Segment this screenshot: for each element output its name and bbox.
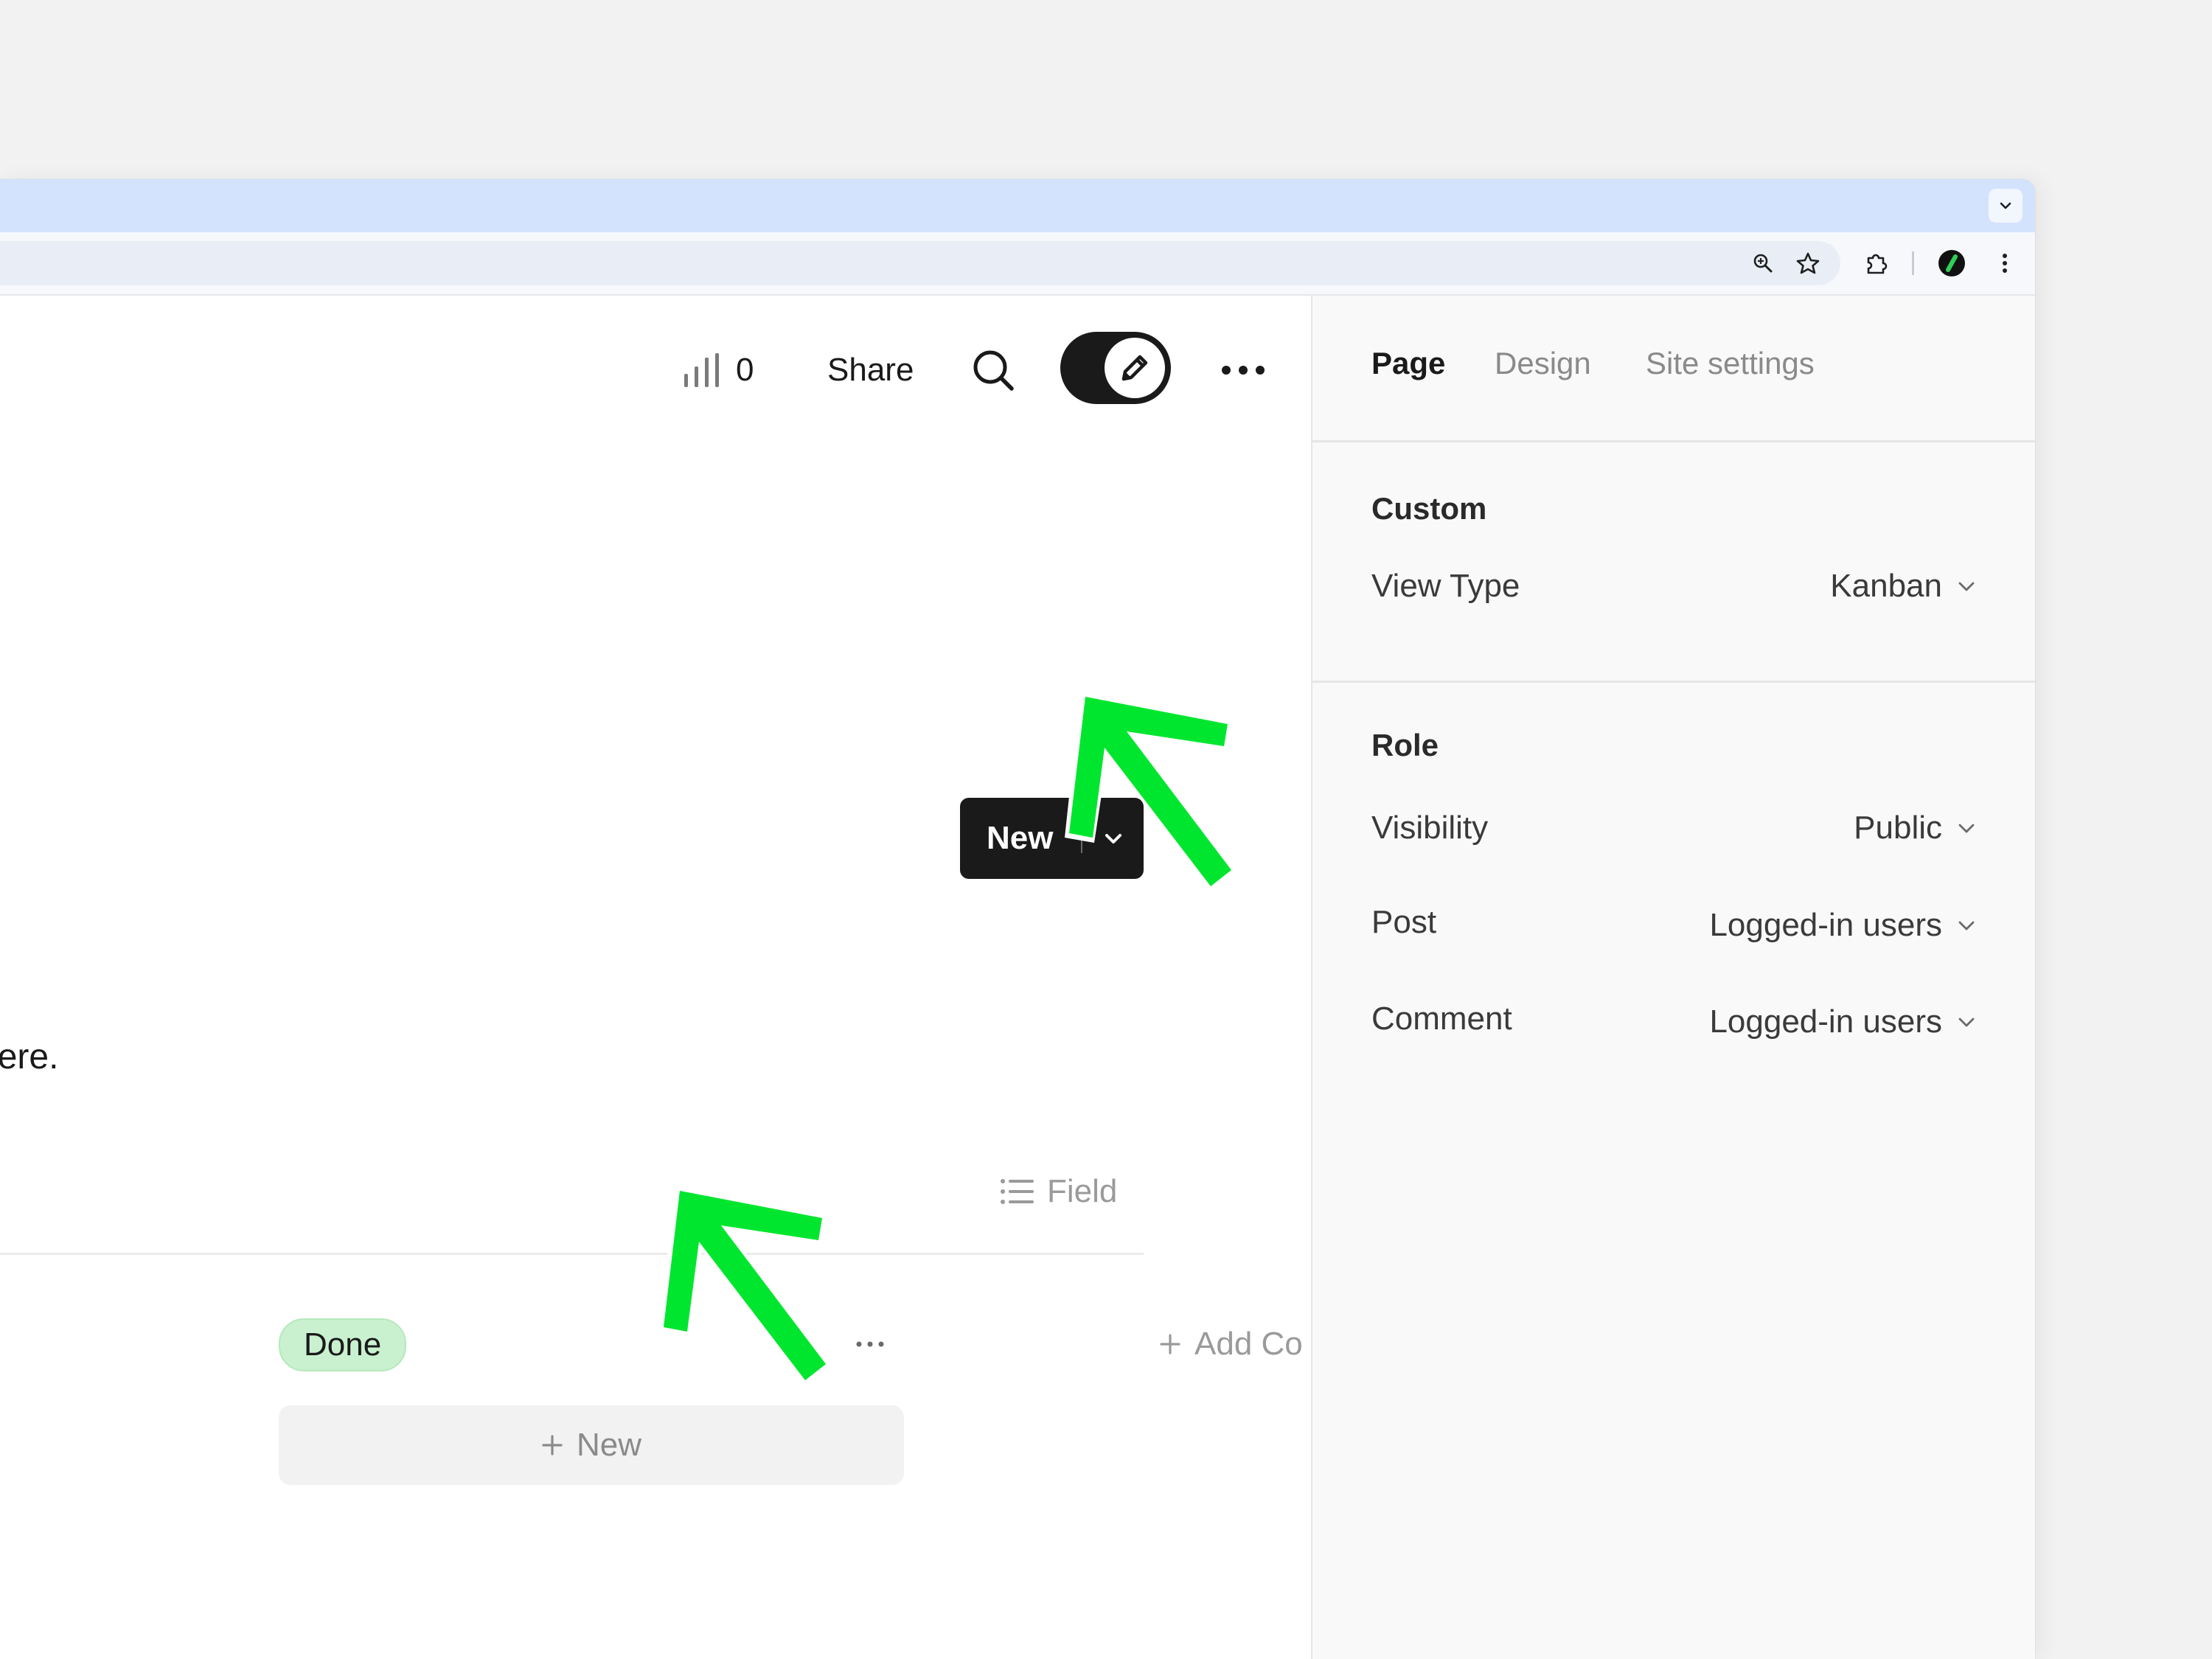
role-section-title: Role xyxy=(1371,728,1439,762)
chevron-down-icon xyxy=(1958,824,1975,833)
view-count: 0 xyxy=(736,352,754,388)
annotation-arrow-icon xyxy=(659,1187,832,1386)
list-icon xyxy=(1001,1179,1034,1204)
browser-toolbar xyxy=(0,232,2035,296)
add-column-label: Add Co xyxy=(1194,1326,1303,1362)
bar-chart-icon xyxy=(684,353,719,387)
post-value: Logged-in users xyxy=(1709,907,1942,943)
view-type-select[interactable]: Kanban xyxy=(1830,568,1978,605)
visibility-label: Visibility xyxy=(1371,810,1489,846)
chevron-down-icon xyxy=(2000,202,2011,209)
tab-page[interactable]: Page xyxy=(1371,346,1445,381)
plus-icon xyxy=(542,1435,563,1455)
search-icon xyxy=(973,350,1014,391)
annotation-arrow-icon xyxy=(1065,693,1237,892)
toolbar-divider xyxy=(1912,251,1914,275)
board-divider xyxy=(0,1253,1144,1255)
comment-label: Comment xyxy=(1371,1001,1512,1037)
field-label: Field xyxy=(1047,1173,1118,1209)
more-options-button[interactable] xyxy=(1217,344,1270,396)
share-button[interactable]: Share xyxy=(827,344,914,396)
view-stats[interactable]: 0 xyxy=(683,344,754,396)
view-type-value: Kanban xyxy=(1830,568,1942,604)
toggle-knob xyxy=(1105,338,1165,398)
comment-permission-select[interactable]: Logged-in users xyxy=(1709,1004,1978,1040)
star-icon[interactable] xyxy=(1790,246,1826,281)
page-description: here. xyxy=(0,1037,59,1077)
status-badge[interactable]: Done xyxy=(279,1318,407,1371)
custom-section-title: Custom xyxy=(1371,491,1487,526)
more-horizontal-icon xyxy=(1222,366,1265,375)
browser-window: 0 Share New ere. Field Done New Add Co P… xyxy=(0,179,2035,1659)
search-button[interactable] xyxy=(967,344,1019,396)
section-divider xyxy=(1312,681,2035,683)
settings-panel: Page Design Site settings Custom View Ty… xyxy=(1311,296,2035,1659)
field-button[interactable]: Field xyxy=(1000,1166,1117,1217)
visibility-value: Public xyxy=(1854,810,1942,846)
panel-tab-bar: Page Design Site settings xyxy=(1312,296,2035,442)
edit-mode-toggle[interactable] xyxy=(1060,332,1171,404)
post-label: Post xyxy=(1371,904,1437,940)
browser-menu-icon[interactable] xyxy=(1987,246,2023,281)
tab-site-settings[interactable]: Site settings xyxy=(1646,346,1815,381)
address-bar[interactable] xyxy=(0,241,1840,285)
profile-icon[interactable] xyxy=(1934,246,1969,281)
visibility-select[interactable]: Public xyxy=(1854,810,1978,846)
chevron-down-icon xyxy=(1958,921,1975,931)
tab-design[interactable]: Design xyxy=(1495,346,1591,381)
zoom-icon[interactable] xyxy=(1745,246,1781,281)
pencil-icon xyxy=(1121,355,1148,381)
post-permission-select[interactable]: Logged-in users xyxy=(1709,907,1978,944)
tab-search-button[interactable] xyxy=(1989,189,2023,223)
browser-tab-strip xyxy=(0,179,2035,232)
add-new-card-button[interactable]: New xyxy=(279,1405,904,1485)
chevron-down-icon xyxy=(1958,1018,1975,1027)
chevron-down-icon xyxy=(1958,582,1975,591)
new-card-label: New xyxy=(576,1427,642,1463)
page-header-bar: 0 Share xyxy=(0,296,1311,443)
plus-icon xyxy=(1160,1334,1180,1354)
page-content: 0 Share New ere. Field Done New Add Co xyxy=(0,296,1311,1659)
add-column-button[interactable]: Add Co xyxy=(1159,1321,1303,1368)
puzzle-icon[interactable] xyxy=(1859,246,1894,281)
comment-value: Logged-in users xyxy=(1709,1004,1942,1040)
view-type-label: View Type xyxy=(1371,568,1520,604)
